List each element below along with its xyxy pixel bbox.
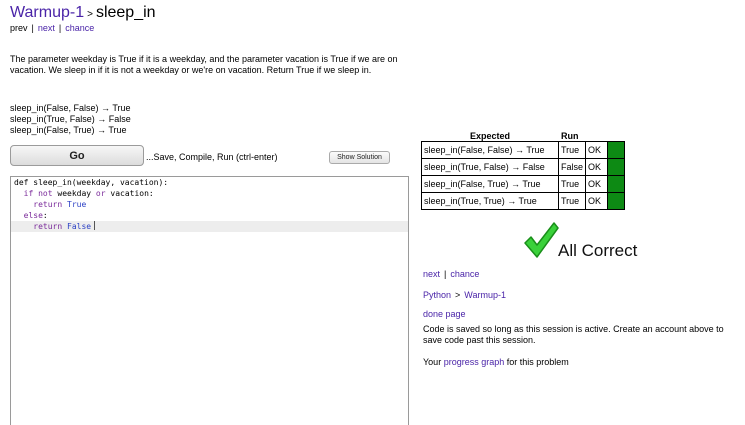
expected-cell: sleep_in(False, False) → True (421, 141, 559, 159)
progress-graph-link[interactable]: progress graph (444, 357, 505, 367)
text-cursor (94, 221, 96, 230)
progress-prefix: Your (423, 357, 444, 367)
breadcrumb: Python > Warmup-1 (423, 290, 506, 300)
section-link[interactable]: Warmup-1 (10, 4, 84, 21)
progress-suffix: for this problem (504, 357, 569, 367)
prev-label: prev (10, 23, 28, 33)
done-page-link-text[interactable]: done page (423, 309, 466, 319)
run-column-header: Run (561, 131, 579, 141)
code-token: or (95, 189, 106, 198)
code-editor[interactable]: def sleep_in(weekday, vacation): if not … (10, 176, 409, 425)
code-token: vacation: (105, 189, 154, 198)
code-line[interactable]: def sleep_in(weekday, vacation): (11, 177, 408, 188)
next-link[interactable]: next (38, 23, 55, 33)
code-line[interactable]: return False (11, 221, 408, 232)
next-link[interactable]: next (423, 269, 440, 279)
example-line: sleep_in(True, False) → False (10, 114, 131, 124)
chance-link[interactable]: chance (450, 269, 479, 279)
result-row: sleep_in(True, False) → False False OK (421, 158, 626, 176)
breadcrumb-language-link[interactable]: Python (423, 290, 451, 300)
code-token: : (42, 211, 48, 220)
chance-link[interactable]: chance (65, 23, 94, 33)
result-row: sleep_in(False, True) → True True OK (421, 175, 626, 193)
run-cell: True (557, 141, 587, 159)
expected-cell: sleep_in(True, False) → False (421, 158, 559, 176)
code-token: def sleep_in(weekday, vacation): (14, 178, 169, 187)
nav-pipe: | (58, 23, 62, 33)
status-cell: OK (585, 175, 609, 193)
breadcrumb-section-link[interactable]: Warmup-1 (464, 290, 506, 300)
title-separator: > (87, 9, 93, 20)
code-token: else (23, 211, 43, 220)
done-page-link[interactable]: done page (423, 309, 466, 319)
pass-indicator (607, 192, 626, 210)
pass-indicator (607, 158, 626, 176)
code-token: not (38, 189, 53, 198)
bottom-nav: next | chance (423, 269, 479, 279)
example-line: sleep_in(False, True) → True (10, 125, 127, 135)
problem-description: The parameter weekday is True if it is a… (10, 54, 398, 75)
nav-pipe: | (31, 23, 34, 33)
go-button[interactable]: Go (10, 145, 144, 166)
result-row: sleep_in(True, True) → True True OK (421, 192, 626, 210)
pass-indicator (607, 175, 626, 193)
pass-indicator (607, 141, 626, 159)
go-hint: ...Save, Compile, Run (ctrl-enter) (146, 152, 278, 162)
page-title: Warmup-1 > sleep_in (10, 4, 156, 24)
status-cell: OK (585, 158, 609, 176)
expected-cell: sleep_in(False, True) → True (421, 175, 559, 193)
results-header: Expected Run (421, 131, 631, 141)
top-nav: prev | next | chance (10, 23, 94, 33)
examples-list: sleep_in(False, False) → True sleep_in(T… (10, 103, 131, 136)
code-line[interactable]: return True (11, 199, 408, 210)
run-cell: True (557, 175, 587, 193)
code-line[interactable]: if not weekday or vacation: (11, 188, 408, 199)
checkmark-icon (523, 221, 559, 261)
save-notice: Code is saved so long as this session is… (423, 324, 724, 345)
problem-name: sleep_in (95, 4, 156, 21)
result-row: sleep_in(False, False) → True True OK (421, 141, 626, 159)
code-token: weekday (52, 189, 96, 198)
progress-line: Your progress graph for this problem (423, 357, 569, 367)
expected-cell: sleep_in(True, True) → True (421, 192, 559, 210)
breadcrumb-separator: > (455, 290, 461, 300)
code-token: return (33, 222, 63, 231)
code-token: if (23, 189, 34, 198)
expected-column-header: Expected (470, 131, 511, 141)
run-cell: False (557, 158, 587, 176)
example-line: sleep_in(False, False) → True (10, 103, 131, 113)
show-solution-button[interactable]: Show Solution (329, 151, 390, 164)
code-token: True (67, 200, 87, 209)
code-token: False (67, 222, 92, 231)
code-line[interactable]: else: (11, 210, 408, 221)
run-cell: True (557, 192, 587, 210)
code-token: return (33, 200, 63, 209)
verdict-text: All Correct (558, 241, 638, 260)
results-table: sleep_in(False, False) → True True OK sleep… (421, 141, 626, 210)
nav-pipe: | (444, 269, 447, 279)
status-cell: OK (585, 192, 609, 210)
status-cell: OK (585, 141, 609, 159)
